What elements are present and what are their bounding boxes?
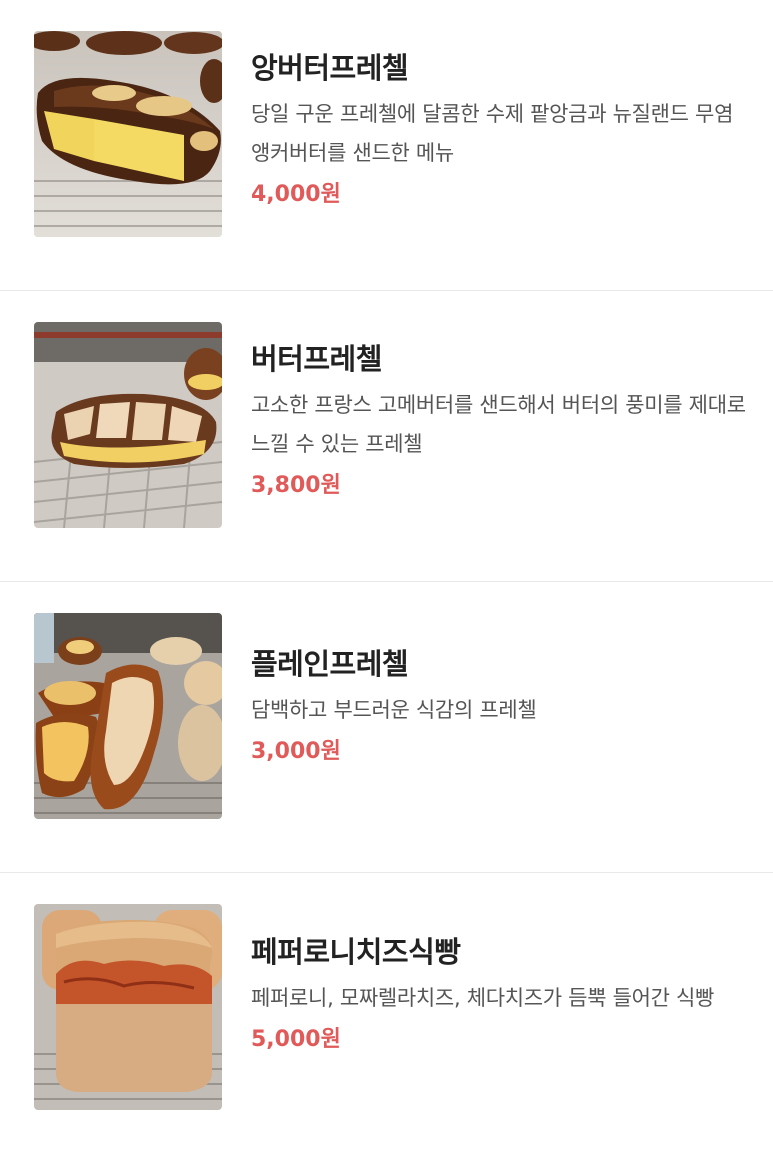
menu-item-name: 버터프레첼 xyxy=(251,342,382,376)
menu-item-price: 4,000원 xyxy=(251,182,341,207)
menu-item-name: 앙버터프레첼 xyxy=(251,51,409,85)
menu-item[interactable]: 버터프레첼 고소한 프랑스 고메버터를 샌드해서 버터의 풍미를 제대로 느낄 … xyxy=(0,291,773,582)
menu-item[interactable]: 페퍼로니치즈식빵 페퍼로니, 모짜렐라치즈, 체다치즈가 듬뿍 들어간 식빵 5… xyxy=(0,873,773,1153)
menu-list: 앙버터프레첼 당일 구운 프레첼에 달콤한 수제 팥앙금과 뉴질랜드 무염 앵커… xyxy=(0,0,773,1153)
menu-item-price: 5,000원 xyxy=(251,1027,341,1052)
menu-item-price: 3,000원 xyxy=(251,739,341,764)
menu-item-photo xyxy=(34,904,222,1110)
menu-item-description: 페퍼로니, 모짜렐라치즈, 체다치즈가 듬뿍 들어간 식빵 xyxy=(251,986,715,1010)
menu-item-price: 3,800원 xyxy=(251,473,341,498)
menu-item-info: 페퍼로니치즈식빵 페퍼로니, 모짜렐라치즈, 체다치즈가 듬뿍 들어간 식빵 5… xyxy=(251,930,751,1057)
menu-item[interactable]: 플레인프레첼 담백하고 부드러운 식감의 프레첼 3,000원 xyxy=(0,582,773,873)
menu-item-name: 플레인프레첼 xyxy=(251,647,409,681)
menu-item-photo xyxy=(34,31,222,237)
menu-item-name: 페퍼로니치즈식빵 xyxy=(251,935,461,969)
menu-item-description: 당일 구운 프레첼에 달콤한 수제 팥앙금과 뉴질랜드 무염 앵커버터를 샌드한… xyxy=(251,102,734,165)
menu-item-photo xyxy=(34,613,222,819)
menu-item-info: 앙버터프레첼 당일 구운 프레첼에 달콤한 수제 팥앙금과 뉴질랜드 무염 앵커… xyxy=(251,46,751,212)
menu-item-description: 고소한 프랑스 고메버터를 샌드해서 버터의 풍미를 제대로 느낄 수 있는 프… xyxy=(251,393,746,456)
menu-item-info: 플레인프레첼 담백하고 부드러운 식감의 프레첼 3,000원 xyxy=(251,642,751,769)
menu-item-description: 담백하고 부드러운 식감의 프레첼 xyxy=(251,698,537,722)
menu-item[interactable]: 앙버터프레첼 당일 구운 프레첼에 달콤한 수제 팥앙금과 뉴질랜드 무염 앵커… xyxy=(0,0,773,291)
menu-item-info: 버터프레첼 고소한 프랑스 고메버터를 샌드해서 버터의 풍미를 제대로 느낄 … xyxy=(251,337,751,503)
menu-item-photo xyxy=(34,322,222,528)
